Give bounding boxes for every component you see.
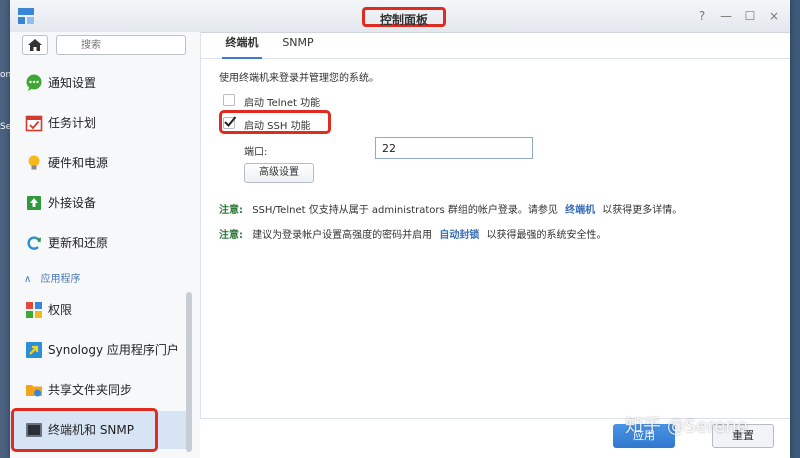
minimize-button[interactable]: —	[718, 8, 734, 24]
sidebar-item-label: Synology 应用程序门户	[48, 343, 179, 357]
sidebar-item-label: 权限	[48, 303, 73, 317]
section-label: 应用程序	[40, 274, 81, 285]
telnet-checkbox[interactable]	[223, 94, 235, 106]
help-button[interactable]: ?	[694, 8, 710, 24]
sidebar-item-label: 外接设备	[48, 196, 97, 210]
control-panel-window: 控制面板 ? — ☐ × 通知设置 任务计划	[10, 0, 790, 458]
highlight-ssh-option	[219, 110, 331, 134]
section-applications[interactable]: ∧ 应用程序	[24, 270, 81, 285]
port-input[interactable]	[375, 137, 533, 159]
calendar-check-icon	[25, 115, 43, 132]
advanced-settings-button[interactable]: 高级设置	[244, 163, 314, 183]
description-text: 使用终端机来登录并管理您的系统。	[219, 73, 379, 84]
refresh-icon	[27, 236, 41, 250]
terminal-help-link[interactable]: 终端机	[565, 205, 595, 216]
note-text: 以获得更多详情。	[602, 205, 683, 216]
close-button[interactable]: ×	[766, 8, 782, 24]
title-bar[interactable]: 控制面板 ? — ☐ ×	[10, 0, 790, 33]
sidebar-item-task-scheduler[interactable]: 任务计划	[10, 104, 186, 142]
sidebar-item-label: 任务计划	[48, 116, 97, 130]
sidebar-item-shared-folder-sync[interactable]: 共享文件夹同步	[10, 371, 186, 409]
port-label: 端口:	[244, 147, 268, 158]
home-icon	[28, 39, 42, 51]
sidebar-item-app-portal[interactable]: Synology 应用程序门户	[10, 331, 186, 369]
sidebar-item-label: 共享文件夹同步	[48, 383, 133, 397]
maximize-button[interactable]: ☐	[742, 8, 758, 24]
search-input[interactable]	[56, 35, 186, 55]
note-password: 注意: 建议为登录帐户设置高强度的密码并启用 自动封锁 以获得最强的系统安全性。	[219, 226, 607, 241]
portal-arrow-icon	[26, 342, 42, 358]
auto-block-link[interactable]: 自动封锁	[439, 230, 479, 241]
watermark: 知乎 @Serene	[625, 416, 748, 437]
highlight-terminal-item	[11, 408, 158, 452]
window-title: 控制面板	[362, 7, 446, 27]
note-key: 注意:	[219, 205, 243, 216]
sidebar-item-hardware-power[interactable]: 硬件和电源	[10, 144, 186, 182]
chat-bubble-icon	[26, 74, 42, 91]
sidebar-item-label: 更新和还原	[48, 236, 109, 250]
sidebar-item-label: 通知设置	[48, 76, 97, 90]
upload-drive-icon	[27, 196, 41, 210]
tab-terminal[interactable]: 终端机	[222, 32, 262, 59]
note-key: 注意:	[219, 230, 243, 241]
sidebar-item-privileges[interactable]: 权限	[10, 291, 186, 329]
note-text: 以获得最强的系统安全性。	[486, 230, 607, 241]
sidebar: 通知设置 任务计划 硬件和电源 外接设备	[10, 32, 201, 458]
grid-permission-icon	[26, 302, 42, 318]
sidebar-item-external-devices[interactable]: 外接设备	[10, 184, 186, 222]
sidebar-item-notification[interactable]: 通知设置	[10, 64, 186, 102]
tab-snmp[interactable]: SNMP	[278, 32, 318, 57]
lightbulb-icon	[28, 155, 40, 170]
sidebar-item-label: 硬件和电源	[48, 156, 109, 170]
desktop-left-edge: on Se	[0, 0, 11, 458]
control-panel-app-icon	[18, 8, 34, 24]
note-text: SSH/Telnet 仅支持从属于 administrators 群组的帐户登录…	[252, 205, 558, 216]
collapse-chevron-icon: ∧	[24, 274, 32, 285]
desktop-right-edge	[790, 0, 800, 458]
note-ssh: 注意: SSH/Telnet 仅支持从属于 administrators 群组的…	[219, 201, 682, 216]
sidebar-scrollbar[interactable]	[186, 292, 192, 452]
telnet-label[interactable]: 启动 Telnet 功能	[244, 94, 320, 109]
folder-sync-icon	[26, 385, 42, 397]
home-button[interactable]	[22, 35, 48, 55]
note-text: 建议为登录帐户设置高强度的密码并启用	[252, 230, 433, 241]
sidebar-item-update-restore[interactable]: 更新和还原	[10, 224, 186, 262]
tab-bar: 终端机 SNMP	[200, 32, 790, 59]
terminal-settings-panel: 使用终端机来登录并管理您的系统。 启动 Telnet 功能 启动 SSH 功能 …	[200, 58, 790, 418]
